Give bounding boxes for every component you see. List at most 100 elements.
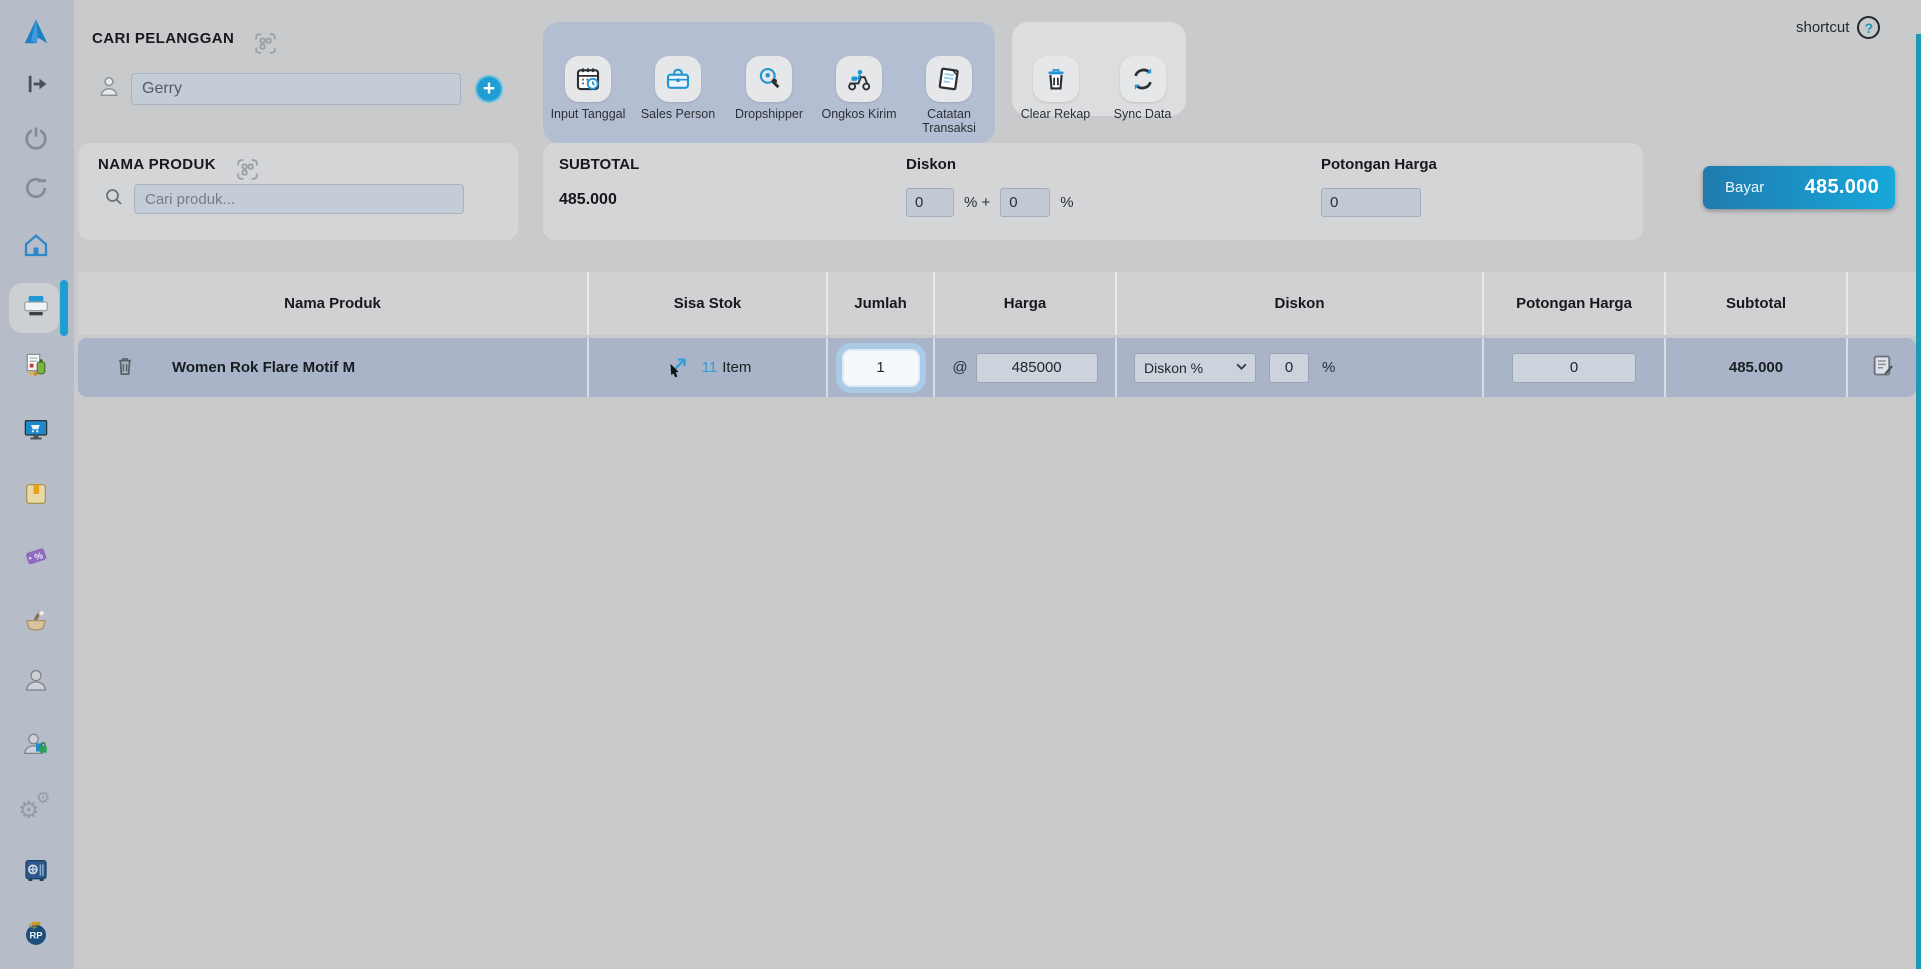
cell-actions — [1848, 338, 1916, 397]
deduction-label: Potongan Harga — [1321, 156, 1437, 173]
header-jumlah: Jumlah — [828, 272, 935, 335]
cash-rp-icon: RPRp — [21, 918, 51, 953]
price-input[interactable] — [976, 353, 1098, 383]
customer-section-header: CARI PELANGGAN — [92, 30, 279, 62]
discount-percent-2-input[interactable] — [1000, 188, 1050, 217]
cart-table-row: Women Rok Flare Motif M 11 Item @ Diskon… — [78, 338, 1916, 397]
logout-icon — [22, 70, 50, 103]
toolbar-group-data: Clear Rekap Sync Data — [1012, 22, 1186, 116]
header-sisa-stok: Sisa Stok — [589, 272, 828, 335]
subtotal-value: 485.000 — [559, 191, 617, 209]
header-potongan-harga: Potongan Harga — [1484, 272, 1666, 335]
delivery-scooter-icon — [836, 56, 882, 102]
row-note-icon[interactable] — [1869, 352, 1896, 383]
brand-logo — [21, 17, 51, 52]
transaction-note-icon — [926, 56, 972, 102]
clear-rekap-button[interactable]: Clear Rekap — [1012, 56, 1099, 121]
discount-tag-icon: % — [21, 541, 51, 576]
discount-percent-1-input[interactable] — [906, 188, 954, 217]
sidebar-item-cash[interactable]: RPRp — [13, 912, 59, 958]
header-nama-produk: Nama Produk — [78, 272, 589, 335]
customer-search-input[interactable] — [131, 73, 461, 105]
sidebar-item-logout[interactable] — [13, 63, 59, 109]
customer-person-icon — [21, 665, 51, 700]
product-name: Women Rok Flare Motif M — [172, 359, 355, 376]
input-tanggal-button[interactable]: Input Tanggal — [543, 56, 633, 121]
discount-type-select[interactable]: Diskon % — [1134, 353, 1256, 383]
sidebar-item-suppliers[interactable] — [13, 723, 59, 769]
ongkos-kirim-button[interactable]: Ongkos Kirim — [814, 56, 904, 121]
sidebar-item-compound[interactable] — [13, 599, 59, 645]
svg-text:RP: RP — [29, 930, 42, 940]
header-harga: Harga — [935, 272, 1117, 335]
price-at-label: @ — [952, 359, 967, 376]
toolbar-group-transaction: Input Tanggal Sales Person Dropshipper O… — [543, 22, 995, 143]
shortcut-help: shortcut ? — [1796, 16, 1880, 39]
add-customer-button[interactable]: + — [475, 75, 503, 103]
online-store-icon — [21, 415, 51, 450]
sidebar: % ⚙⚙ RPRp — [0, 0, 74, 969]
customer-search-row: + — [96, 72, 503, 105]
row-deduction-input[interactable] — [1512, 353, 1636, 383]
row-discount-input[interactable] — [1269, 353, 1309, 383]
discount-join-label: % + — [964, 194, 990, 211]
catatan-transaksi-button[interactable]: Catatan Transaksi — [904, 56, 994, 136]
question-mark-icon[interactable]: ? — [1857, 16, 1880, 39]
stock-unit-label: Item — [722, 359, 751, 376]
person-search-icon — [746, 56, 792, 102]
sidebar-active-indicator — [60, 280, 68, 336]
header-subtotal: Subtotal — [1666, 272, 1848, 335]
product-search-row — [102, 184, 464, 214]
sidebar-item-settings[interactable]: ⚙⚙ — [13, 786, 59, 832]
deduction-input[interactable] — [1321, 188, 1421, 217]
sidebar-item-products[interactable] — [13, 344, 59, 390]
pay-button-label: Bayar — [1725, 179, 1764, 196]
dropshipper-button[interactable]: Dropshipper — [724, 56, 814, 121]
right-edge-accent — [1916, 34, 1921, 969]
vault-icon — [21, 855, 51, 890]
cell-diskon: Diskon % % — [1117, 338, 1484, 397]
sidebar-item-refresh[interactable] — [13, 167, 59, 213]
subtotal-label: SUBTOTAL — [559, 156, 639, 173]
header-actions — [1848, 272, 1916, 335]
cell-sisa-stok: 11 Item — [589, 338, 828, 397]
sidebar-item-discount[interactable]: % — [13, 535, 59, 581]
quantity-input[interactable] — [842, 349, 920, 387]
home-icon — [21, 230, 51, 265]
sync-icon — [1120, 56, 1166, 102]
stock-expand-cursor-icon[interactable] — [664, 352, 692, 384]
search-icon — [102, 185, 126, 214]
scan-icon[interactable] — [252, 30, 279, 62]
discount-label: Diskon — [906, 156, 956, 173]
cell-potongan-harga — [1484, 338, 1666, 397]
sidebar-item-power[interactable] — [13, 117, 59, 163]
sidebar-item-customers[interactable] — [13, 659, 59, 705]
cell-subtotal: 485.000 — [1666, 338, 1848, 397]
calendar-clock-icon — [565, 56, 611, 102]
cashier-printer-icon — [20, 290, 52, 327]
delete-row-trash-icon[interactable] — [112, 352, 138, 384]
row-subtotal-value: 485.000 — [1729, 359, 1783, 376]
product-docs-icon — [21, 350, 51, 385]
settings-gears-icon: ⚙⚙ — [18, 791, 54, 827]
cell-jumlah — [828, 338, 935, 397]
trash-icon — [1033, 56, 1079, 102]
sidebar-item-brand[interactable] — [13, 11, 59, 57]
svg-text:Rp: Rp — [29, 923, 38, 930]
supplier-person-icon — [21, 729, 51, 764]
product-search-input[interactable] — [134, 184, 464, 214]
header-diskon: Diskon — [1117, 272, 1484, 335]
stock-quantity-link[interactable]: 11 — [702, 359, 718, 376]
chevron-down-icon — [1235, 360, 1248, 376]
sidebar-item-vault[interactable] — [13, 849, 59, 895]
sidebar-item-home[interactable] — [13, 224, 59, 270]
sidebar-item-stock[interactable] — [13, 473, 59, 519]
sales-person-button[interactable]: Sales Person — [633, 56, 723, 121]
stock-book-icon — [21, 479, 51, 514]
sync-data-button[interactable]: Sync Data — [1099, 56, 1186, 121]
sidebar-item-cashier[interactable] — [13, 285, 59, 331]
pay-button-amount: 485.000 — [1805, 176, 1879, 199]
pay-button[interactable]: Bayar 485.000 — [1703, 166, 1895, 209]
sidebar-item-online-store[interactable] — [13, 409, 59, 455]
power-icon — [22, 124, 50, 157]
